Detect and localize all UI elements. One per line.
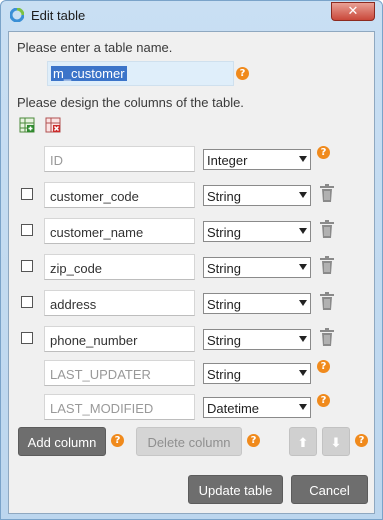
column-checkbox[interactable] [21,296,33,308]
column-name-input[interactable]: phone_number [44,326,195,352]
trash-icon[interactable] [319,291,335,311]
chevron-down-icon [299,370,307,376]
table-name-input[interactable]: m_customer [47,61,234,86]
import-columns-icon[interactable] [19,117,35,133]
column-name-input[interactable]: ID [44,146,195,172]
add-column-button[interactable]: Add column [18,427,106,456]
column-type-value: String [207,367,241,382]
trash-icon[interactable] [319,327,335,347]
column-checkbox[interactable] [21,188,33,200]
column-help-icon[interactable]: ? [317,394,330,407]
chevron-down-icon [299,264,307,270]
column-help-icon[interactable]: ? [317,360,330,373]
update-table-button[interactable]: Update table [188,475,283,504]
table-name-help-icon[interactable]: ? [236,67,249,80]
column-type-select[interactable]: String [203,329,311,350]
table-name-value: m_customer [51,66,127,81]
edit-table-window: Edit table ✕ Please enter a table name. … [0,0,383,520]
chevron-down-icon [299,336,307,342]
chevron-down-icon [299,300,307,306]
column-type-select[interactable]: String [203,363,311,384]
close-button[interactable]: ✕ [331,2,375,21]
column-type-value: String [207,297,241,312]
delete-column-button[interactable]: Delete column [136,427,242,456]
column-name-input[interactable]: LAST_UPDATER [44,360,195,386]
app-logo-icon [10,8,24,22]
column-type-value: String [207,333,241,348]
trash-icon[interactable] [319,255,335,275]
dialog-body: Please enter a table name. m_customer ? … [8,31,375,514]
chevron-down-icon [299,192,307,198]
title-bar[interactable]: Edit table ✕ [1,1,382,31]
column-name-input[interactable]: zip_code [44,254,195,280]
column-checkbox[interactable] [21,260,33,272]
window-title: Edit table [31,8,86,23]
delete-column-help-icon[interactable]: ? [247,434,260,447]
chevron-down-icon [299,156,307,162]
column-type-select[interactable]: String [203,221,311,242]
column-type-select[interactable]: String [203,293,311,314]
table-name-prompt: Please enter a table name. [17,40,173,55]
move-up-button[interactable]: ⬆ [289,427,317,456]
cancel-button[interactable]: Cancel [291,475,368,504]
clear-columns-icon[interactable] [45,117,61,133]
move-down-button[interactable]: ⬇ [322,427,350,456]
column-type-value: String [207,189,241,204]
chevron-down-icon [299,404,307,410]
column-checkbox[interactable] [21,224,33,236]
column-name-input[interactable]: customer_code [44,182,195,208]
column-name-input[interactable]: LAST_MODIFIED [44,394,195,420]
move-help-icon[interactable]: ? [355,434,368,447]
column-type-select[interactable]: Integer [203,149,311,170]
column-type-select[interactable]: Datetime [203,397,311,418]
column-type-value: String [207,225,241,240]
columns-prompt: Please design the columns of the table. [17,95,244,110]
column-name-input[interactable]: customer_name [44,218,195,244]
column-checkbox[interactable] [21,332,33,344]
chevron-down-icon [299,228,307,234]
trash-icon[interactable] [319,219,335,239]
column-type-value: Datetime [207,401,260,416]
column-name-input[interactable]: address [44,290,195,316]
column-help-icon[interactable]: ? [317,146,330,159]
trash-icon[interactable] [319,183,335,203]
column-type-select[interactable]: String [203,185,311,206]
add-column-help-icon[interactable]: ? [111,434,124,447]
column-type-select[interactable]: String [203,257,311,278]
column-type-value: String [207,261,241,276]
column-type-value: Integer [207,153,248,168]
